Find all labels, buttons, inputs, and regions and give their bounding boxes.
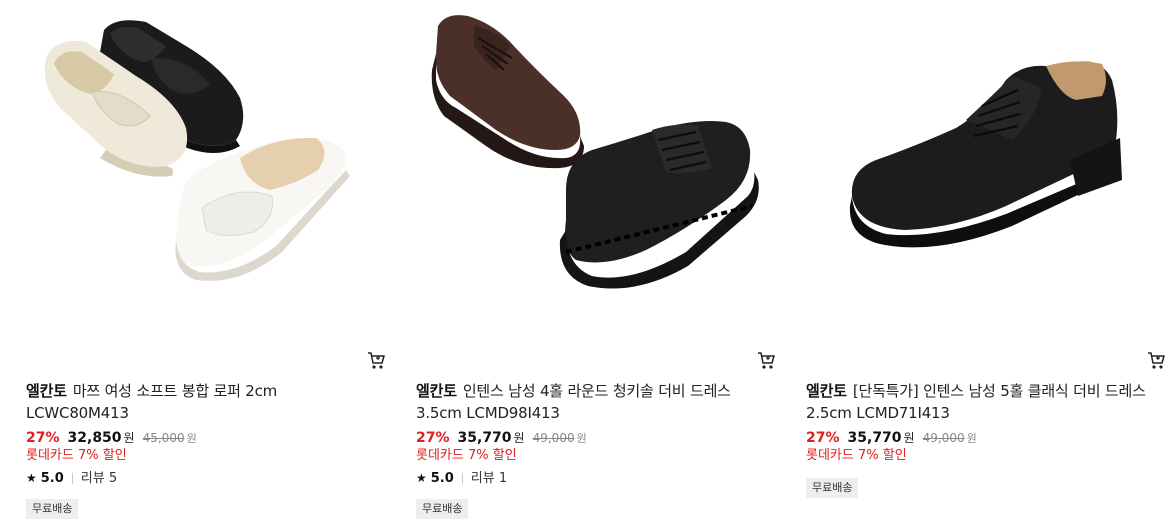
sale-price: 35,770 <box>847 430 902 446</box>
original-currency: 원 <box>966 432 977 445</box>
discount-rate: 27% <box>806 430 840 446</box>
add-to-cart-button[interactable] <box>366 350 386 370</box>
free-shipping-badge: 무료배송 <box>806 478 859 498</box>
free-shipping-badge: 무료배송 <box>416 499 469 519</box>
rating-score: 5.0 <box>40 471 64 486</box>
add-to-cart-button[interactable] <box>756 350 776 370</box>
divider <box>71 473 73 484</box>
card-promo: 롯데카드 7% 할인 <box>416 448 517 463</box>
original-currency: 원 <box>576 432 587 445</box>
loafers-image <box>44 20 350 281</box>
review-count: 리뷰 1 <box>470 471 508 486</box>
price-row: 27% 32,850 원 45,000 원 <box>26 428 197 449</box>
discount-rate: 27% <box>26 430 60 446</box>
product-image-derby[interactable] <box>416 0 776 320</box>
brand-name: 엘칸토 <box>26 382 67 400</box>
rating-score: 5.0 <box>430 471 454 486</box>
product-code: 3.5cm LCMD98I413 <box>416 404 560 422</box>
free-shipping-badge: 무료배송 <box>26 499 79 519</box>
product-card-2[interactable]: 엘칸토 인텐스 남성 4홀 라운드 청키솔 더비 드레스 3.5cm LCMD98… <box>416 0 776 519</box>
original-currency: 원 <box>186 432 197 445</box>
cart-icon <box>368 352 385 369</box>
rating-row: ★ 5.0 리뷰 5 <box>26 469 117 488</box>
product-image-loafers[interactable] <box>26 0 386 320</box>
product-card-3[interactable]: 엘칸토 [단독특가] 인텐스 남성 5홀 클래식 더비 드레스 2.5cm LCM… <box>806 0 1166 514</box>
product-card-1[interactable]: 엘칸토 마쯔 여성 소프트 봉합 로퍼 2cm LCWC80M413 27% 32,… <box>26 0 386 519</box>
product-name: [단독특가] 인텐스 남성 5홀 클래식 더비 드레스 <box>852 382 1146 400</box>
cart-icon <box>1148 352 1165 369</box>
product-image-classic-derby[interactable] <box>806 0 1166 320</box>
brand-name: 엘칸토 <box>416 382 457 400</box>
rating-row: ★ 5.0 리뷰 1 <box>416 469 507 488</box>
product-name: 마쯔 여성 소프트 봉합 로퍼 2cm <box>72 382 278 400</box>
derby-shoes-image <box>431 15 759 289</box>
sale-price: 35,770 <box>457 430 512 446</box>
card-promo: 롯데카드 7% 할인 <box>26 448 127 463</box>
product-code: LCWC80M413 <box>26 404 129 422</box>
divider <box>461 473 463 484</box>
product-name: 인텐스 남성 4홀 라운드 청키솔 더비 드레스 <box>462 382 731 400</box>
review-count: 리뷰 5 <box>80 471 118 486</box>
cart-icon <box>758 352 775 369</box>
product-title[interactable]: 엘칸토 [단독특가] 인텐스 남성 5홀 클래식 더비 드레스 2.5cm LCM… <box>806 380 1166 424</box>
discount-rate: 27% <box>416 430 450 446</box>
star-icon: ★ <box>416 471 427 485</box>
add-to-cart-button[interactable] <box>1146 350 1166 370</box>
price-row: 27% 35,770 원 49,000 원 <box>416 428 587 449</box>
product-title[interactable]: 엘칸토 인텐스 남성 4홀 라운드 청키솔 더비 드레스 3.5cm LCMD98… <box>416 380 776 424</box>
sale-price: 32,850 <box>67 430 122 446</box>
currency: 원 <box>123 431 135 445</box>
star-icon: ★ <box>26 471 37 485</box>
classic-derby-image <box>849 61 1122 248</box>
original-price: 49,000 <box>532 431 575 445</box>
product-code: 2.5cm LCMD71I413 <box>806 404 950 422</box>
brand-name: 엘칸토 <box>806 382 847 400</box>
original-price: 49,000 <box>922 431 965 445</box>
original-price: 45,000 <box>142 431 185 445</box>
price-row: 27% 35,770 원 49,000 원 <box>806 428 977 449</box>
card-promo: 롯데카드 7% 할인 <box>806 448 907 463</box>
currency: 원 <box>513 431 525 445</box>
currency: 원 <box>903 431 915 445</box>
product-title[interactable]: 엘칸토 마쯔 여성 소프트 봉합 로퍼 2cm LCWC80M413 <box>26 380 386 424</box>
